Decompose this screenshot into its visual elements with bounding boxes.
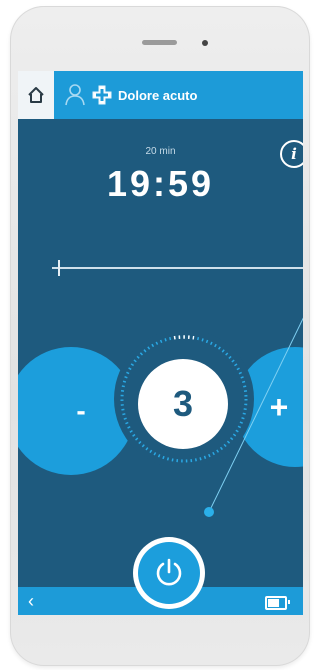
phone-camera [202, 40, 208, 46]
power-button[interactable] [133, 537, 205, 609]
battery-icon [265, 596, 290, 610]
annotation-pointer [204, 317, 303, 517]
back-icon[interactable]: ‹ [28, 591, 34, 612]
phone-speaker [142, 40, 177, 45]
app-screen: Dolore acuto 20 min 19:59 i - + 3 ‹ [18, 71, 303, 615]
battery-fill [268, 599, 279, 607]
power-button-inner [138, 542, 200, 604]
phone-frame: Dolore acuto 20 min 19:59 i - + 3 ‹ [10, 6, 310, 666]
power-icon [156, 558, 182, 586]
